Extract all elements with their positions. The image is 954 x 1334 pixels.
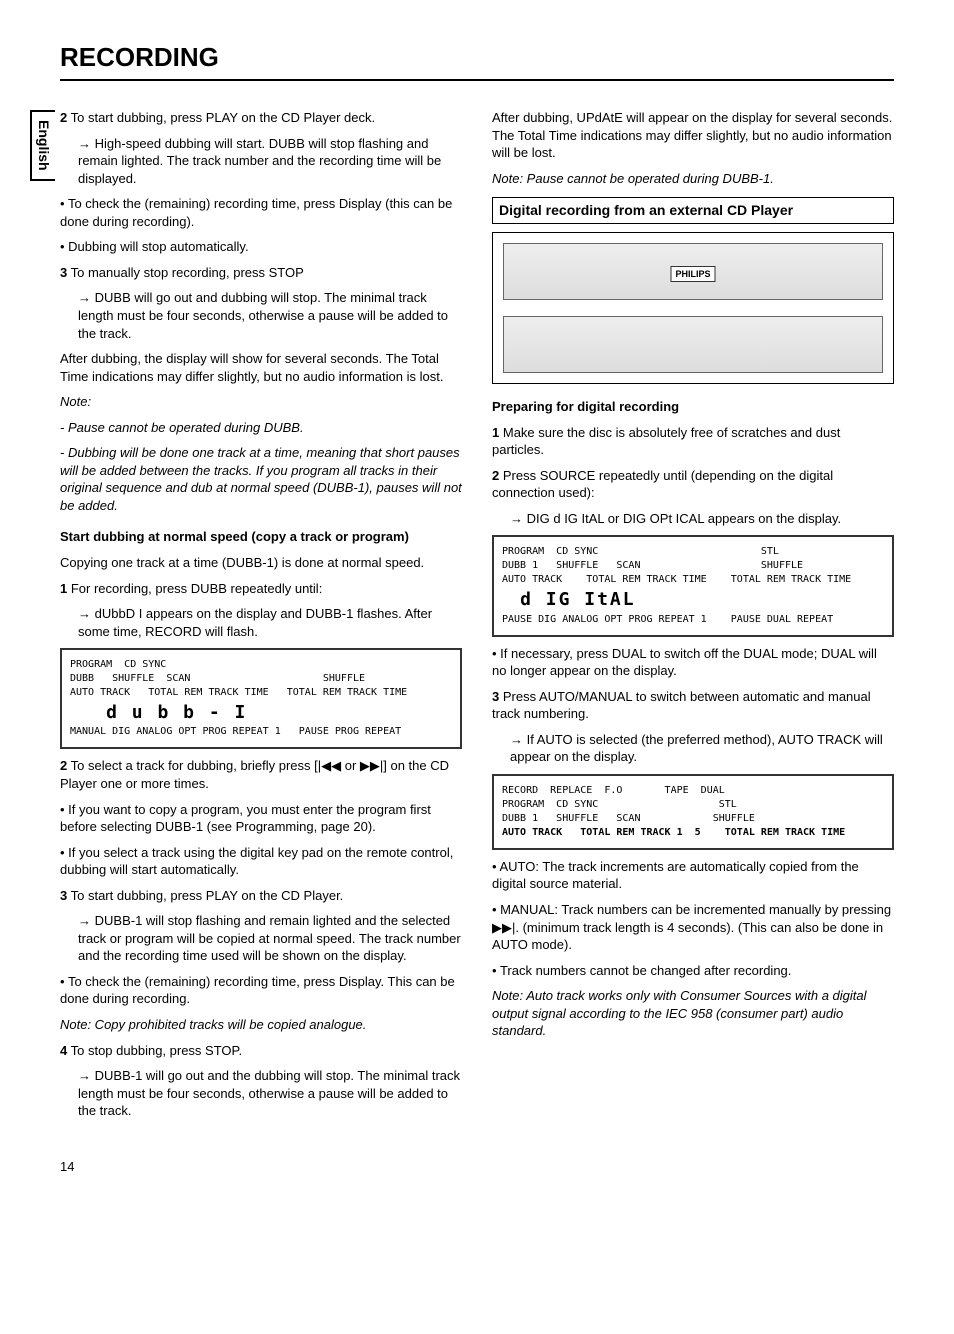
device-illustration: PHILIPS bbox=[492, 232, 894, 384]
note-text: Note: Auto track works only with Consume… bbox=[492, 987, 894, 1040]
result-text: DUBB-1 will stop flashing and remain lig… bbox=[78, 912, 462, 965]
result-text: dUbbD I appears on the display and DUBB-… bbox=[78, 605, 462, 640]
step-text: Press SOURCE repeatedly until (depending… bbox=[492, 468, 833, 501]
lcd-display: PROGRAM CD SYNC STL DUBB 1 SHUFFLE SCAN … bbox=[492, 535, 894, 636]
note-text: Dubbing will be done one track at a time… bbox=[60, 444, 462, 514]
bullet-text: Dubbing will stop automatically. bbox=[60, 238, 462, 256]
result-text: DIG d IG ItAL or DIG OPt ICAL appears on… bbox=[510, 510, 894, 528]
note-heading: Note: bbox=[60, 393, 462, 411]
paragraph: After dubbing, UPdAtE will appear on the… bbox=[492, 109, 894, 162]
right-column: After dubbing, UPdAtE will appear on the… bbox=[492, 101, 894, 1128]
bullet-text: MANUAL: Track numbers can be incremented… bbox=[492, 901, 894, 954]
step-text: To stop dubbing, press STOP. bbox=[71, 1043, 243, 1058]
page-title: RECORDING bbox=[60, 40, 894, 81]
step-num: 2 bbox=[60, 110, 67, 125]
step-num: 2 bbox=[492, 468, 499, 483]
paragraph: Copying one track at a time (DUBB-1) is … bbox=[60, 554, 462, 572]
result-text: DUBB-1 will go out and the dubbing will … bbox=[78, 1067, 462, 1120]
bullet-text: If necessary, press DUAL to switch off t… bbox=[492, 645, 894, 680]
section-heading: Start dubbing at normal speed (copy a tr… bbox=[60, 528, 462, 546]
bullet-text: If you select a track using the digital … bbox=[60, 844, 462, 879]
paragraph: After dubbing, the display will show for… bbox=[60, 350, 462, 385]
note-text: Pause cannot be operated during DUBB. bbox=[60, 419, 462, 437]
lcd-display: RECORD REPLACE F.O TAPE DUAL PROGRAM CD … bbox=[492, 774, 894, 850]
step-text: To select a track for dubbing, briefly p… bbox=[60, 758, 449, 791]
step-text: To start dubbing, press PLAY on the CD P… bbox=[71, 110, 375, 125]
result-text: High-speed dubbing will start. DUBB will… bbox=[78, 135, 462, 188]
bullet-text: Track numbers cannot be changed after re… bbox=[492, 962, 894, 980]
step-text: To manually stop recording, press STOP bbox=[71, 265, 304, 280]
lcd-display: PROGRAM CD SYNC DUBB SHUFFLE SCAN SHUFFL… bbox=[60, 648, 462, 749]
left-column: 2 To start dubbing, press PLAY on the CD… bbox=[60, 101, 462, 1128]
step-num: 3 bbox=[492, 689, 499, 704]
subsection-heading: Preparing for digital recording bbox=[492, 398, 894, 416]
bullet-text: To check the (remaining) recording time,… bbox=[60, 973, 462, 1008]
result-text: DUBB will go out and dubbing will stop. … bbox=[78, 289, 462, 342]
step-num: 4 bbox=[60, 1043, 67, 1058]
step-text: Press AUTO/MANUAL to switch between auto… bbox=[492, 689, 871, 722]
step-text: For recording, press DUBB repeatedly unt… bbox=[71, 581, 322, 596]
page-number: 14 bbox=[60, 1158, 894, 1176]
note-text: Note: Pause cannot be operated during DU… bbox=[492, 170, 894, 188]
section-box-heading: Digital recording from an external CD Pl… bbox=[492, 197, 894, 224]
step-num: 2 bbox=[60, 758, 67, 773]
step-num: 3 bbox=[60, 265, 67, 280]
bullet-text: AUTO: The track increments are automatic… bbox=[492, 858, 894, 893]
note-text: Note: Copy prohibited tracks will be cop… bbox=[60, 1016, 462, 1034]
step-num: 1 bbox=[492, 425, 499, 440]
step-text: Make sure the disc is absolutely free of… bbox=[492, 425, 840, 458]
result-text: If AUTO is selected (the preferred metho… bbox=[510, 731, 894, 766]
bullet-text: To check the (remaining) recording time,… bbox=[60, 195, 462, 230]
step-text: To start dubbing, press PLAY on the CD P… bbox=[71, 888, 344, 903]
step-num: 3 bbox=[60, 888, 67, 903]
bullet-text: If you want to copy a program, you must … bbox=[60, 801, 462, 836]
brand-label: PHILIPS bbox=[670, 266, 715, 282]
language-tab: English bbox=[30, 110, 55, 181]
step-num: 1 bbox=[60, 581, 67, 596]
